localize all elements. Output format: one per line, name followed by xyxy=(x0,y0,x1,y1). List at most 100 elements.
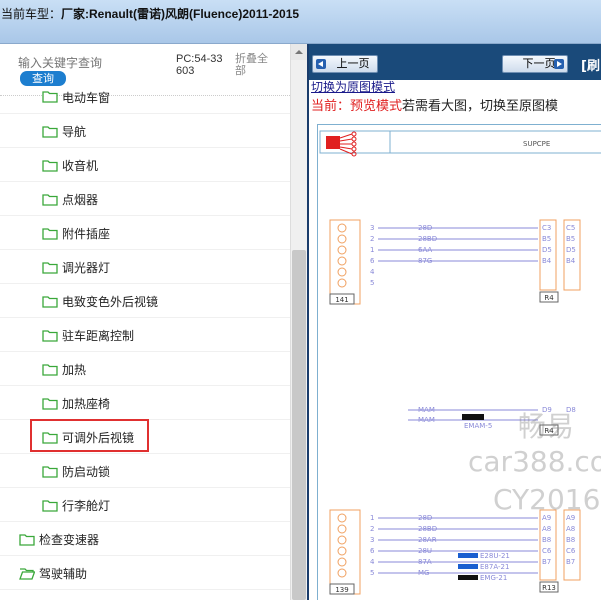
pin-label: 2 xyxy=(370,525,374,533)
pin-label: 5 xyxy=(370,279,374,287)
viewer-navbar: 上一页 下一页 [刷 xyxy=(309,44,601,80)
splice-block xyxy=(458,553,478,558)
tree-item[interactable]: 行李舱灯 xyxy=(0,488,290,522)
folder-icon xyxy=(42,126,58,138)
wire-label: 87G xyxy=(418,257,432,265)
wire-label: 28AR xyxy=(418,536,437,544)
splice-block xyxy=(458,564,478,569)
plug-pins xyxy=(339,131,357,157)
tree-item[interactable]: 附件插座 xyxy=(0,216,290,250)
relay-pin: B4 xyxy=(542,257,552,265)
pin-label: 2 xyxy=(370,235,374,243)
tree-item[interactable]: 调光器灯 xyxy=(0,250,290,284)
tree-item-label: 导航 xyxy=(62,125,87,139)
relay-pin: C5 xyxy=(566,224,575,232)
wire-label: 87A xyxy=(418,558,432,566)
tree-item[interactable]: 防启动锁 xyxy=(0,454,290,488)
terminal-icon xyxy=(337,557,347,567)
tree-item[interactable]: 点烟器 xyxy=(0,182,290,216)
preview-status: 当前：预览模式若需看大图，切换至原图模 xyxy=(311,99,559,114)
terminal-icon xyxy=(337,513,347,523)
wiring-diagram[interactable]: SUPCPE 3 2 1 6 4 5 141 28D 28BD 6AA 87G C3 C5 B5 B5 D5 D… xyxy=(317,124,601,600)
tree-item-label: 驻车距离控制 xyxy=(62,329,135,343)
wire-label: 6AA xyxy=(418,246,432,254)
relay-pin: A8 xyxy=(566,525,575,533)
relay-id: R13 xyxy=(542,584,556,592)
terminal-icon xyxy=(337,546,347,556)
tree-item[interactable]: 加热 xyxy=(0,352,290,386)
splice-label: EMAM-5 xyxy=(464,422,492,430)
terminal-icon xyxy=(337,256,347,266)
splice-label: E87A-21 xyxy=(480,563,509,571)
pin-label: 6 xyxy=(370,257,375,265)
scrollbar[interactable] xyxy=(290,44,307,600)
terminal-icon xyxy=(337,267,347,277)
folder-icon xyxy=(42,398,58,410)
tree-item[interactable]: 加热座椅 xyxy=(0,386,290,420)
search-box: 查询 PC:54-33603 折叠全部 xyxy=(0,44,290,96)
diagram-header-frame xyxy=(319,130,601,154)
tree-item[interactable]: 检查变速器 xyxy=(0,522,290,556)
folder-icon xyxy=(42,330,58,342)
watermark: CY20165 xyxy=(493,483,601,516)
pin-label: 1 xyxy=(370,514,374,522)
folder-icon xyxy=(42,228,58,240)
search-input[interactable] xyxy=(18,55,168,71)
wire-label: 28U xyxy=(418,547,432,555)
tree-item[interactable]: 电致变色外后视镜 xyxy=(0,284,290,318)
tree-item[interactable]: 收音机 xyxy=(0,148,290,182)
watermark: car388.com xyxy=(468,445,601,478)
folder-icon xyxy=(42,466,58,478)
folder-icon xyxy=(42,296,58,308)
collapse-all-button[interactable]: 折叠全部 xyxy=(235,53,275,77)
watermark: 畅易 xyxy=(518,410,575,443)
pin-label: 3 xyxy=(370,224,374,232)
folder-icon xyxy=(42,194,58,206)
next-page-button[interactable]: 下一页 xyxy=(502,55,568,73)
terminal-icon xyxy=(337,278,347,288)
terminal-icon xyxy=(337,524,347,534)
terminal-icon xyxy=(337,223,347,233)
folder-icon xyxy=(42,500,58,512)
relay-pin: A8 xyxy=(542,525,551,533)
scroll-up-arrow-icon[interactable] xyxy=(291,44,307,60)
refresh-link[interactable]: [刷 xyxy=(581,55,600,74)
scroll-thumb[interactable] xyxy=(292,250,306,600)
relay-pin: B7 xyxy=(542,558,551,566)
search-button[interactable]: 查询 xyxy=(20,71,66,86)
pin-label: 6 xyxy=(370,547,375,555)
tree-item-label: 附件插座 xyxy=(62,227,111,241)
title-bar: 当前车型：厂家:Renault(雷诺)风朗(Fluence)2011-2015 xyxy=(0,0,601,44)
relay-pin: B8 xyxy=(542,536,551,544)
window-title: 当前车型：厂家:Renault(雷诺)风朗(Fluence)2011-2015 xyxy=(1,7,300,21)
wire-label: 28BD xyxy=(418,235,437,243)
pin-label: 5 xyxy=(370,569,374,577)
tree-item[interactable]: 驾驶辅助 xyxy=(0,556,290,590)
terminal-icon xyxy=(337,234,347,244)
relay-pin: D5 xyxy=(542,246,552,254)
tree-item-label: 调光器灯 xyxy=(62,261,111,275)
tree-item-label: 加热座椅 xyxy=(62,397,111,411)
relay-pin: B4 xyxy=(566,257,576,265)
relay-id: R4 xyxy=(544,294,554,302)
folder-icon xyxy=(42,160,58,172)
splice-block xyxy=(458,575,478,580)
folder-icon xyxy=(42,364,58,376)
wire-label: 28D xyxy=(418,224,432,232)
tree-item-label: 检查变速器 xyxy=(39,533,100,547)
left-pane: 查询 PC:54-33603 折叠全部 电动车窗 导航收音机点烟器附件插座调光器… xyxy=(0,44,307,600)
tree-item-label: 电致变色外后视镜 xyxy=(62,295,159,309)
tree-item[interactable]: 驻车距离控制 xyxy=(0,318,290,352)
pin-label: 4 xyxy=(370,268,375,276)
relay-pin: C6 xyxy=(542,547,552,555)
connector-block-bottom: 12364513928D28BD28AR28U87AMGA9 A9A8 A8B8 B8… xyxy=(329,509,581,595)
tree-item[interactable]: 导航 xyxy=(0,114,290,148)
switch-mode-link[interactable]: 切换为原图模式 xyxy=(311,78,395,95)
pin-label: 1 xyxy=(370,246,374,254)
tree-item[interactable]: 电动车窗 xyxy=(0,91,290,114)
connector-id: 139 xyxy=(335,586,348,594)
splice-label: E28U-21 xyxy=(480,552,510,560)
wire-label: MAM xyxy=(418,406,435,414)
prev-page-button[interactable]: 上一页 xyxy=(312,55,378,73)
connector-plug-icon xyxy=(326,136,340,149)
